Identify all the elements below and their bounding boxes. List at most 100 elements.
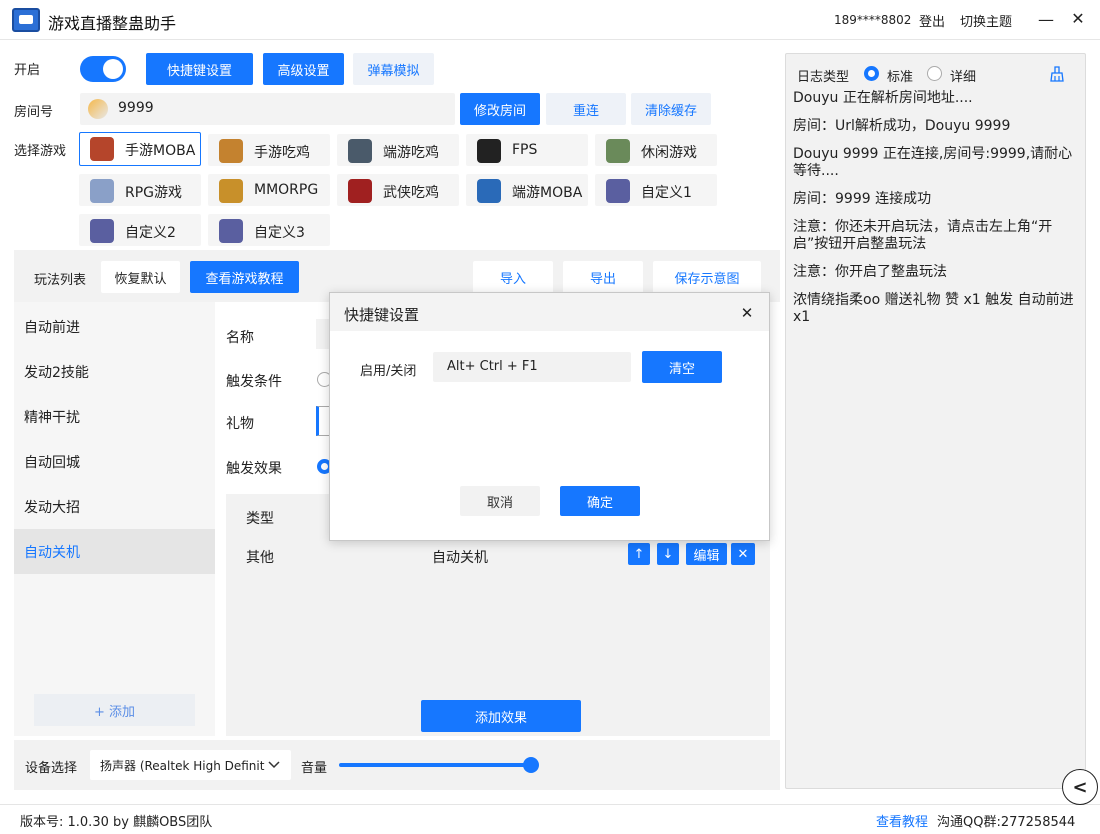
game-tile-10[interactable]: 自定义1 [595,174,717,206]
danmaku-simulate-button[interactable]: 弹幕模拟 [353,53,434,85]
game-tile-5[interactable]: 休闲游戏 [595,134,717,166]
game-tile-label: 端游MOBA [512,185,583,201]
casual-game-icon [606,139,630,163]
select-game-label: 选择游戏 [14,144,67,159]
hotkey-input[interactable]: Alt+ Ctrl + F1 [433,352,631,382]
save-diagram-button[interactable]: 保存示意图 [653,261,761,293]
clear-cache-button[interactable]: 清除缓存 [631,93,711,125]
play-item[interactable]: 自动回城 [14,439,215,484]
reconnect-button[interactable]: 重连 [546,93,626,125]
view-tutorial-button[interactable]: 查看游戏教程 [190,261,299,293]
play-item[interactable]: 发动2技能 [14,349,215,394]
field-name-label: 名称 [226,330,254,346]
hotkey-dialog: 快捷键设置 ✕ 启用/关闭 Alt+ Ctrl + F1 清空 取消 确定 [329,292,770,541]
field-trigger-label: 触发条件 [226,374,282,390]
restore-default-button[interactable]: 恢复默认 [101,261,180,293]
import-button[interactable]: 导入 [473,261,553,293]
minimize-icon[interactable]: — [1036,7,1056,31]
toggle-knob [103,59,123,79]
game-tile-label: 自定义3 [254,225,305,241]
game-tile-label: 武侠吃鸡 [383,185,439,201]
field-effect-label: 触发效果 [226,461,282,477]
game-tile-label: MMORPG [254,182,319,198]
game-tile-9[interactable]: 端游MOBA [466,174,588,206]
game-tile-12[interactable]: 自定义3 [208,214,330,246]
confirm-button[interactable]: 确定 [560,486,640,516]
log-line: Douyu 9999 正在连接,房间号:9999,请耐心等待.... [793,146,1073,179]
volume-label: 音量 [301,761,328,776]
enable-toggle[interactable] [80,56,126,82]
play-item[interactable]: 精神干扰 [14,394,215,439]
edit-room-button[interactable]: 修改房间 [460,93,540,125]
collapse-log-button[interactable]: < [1062,769,1098,805]
start-game-icon [606,179,630,203]
game-tile-label: 休闲游戏 [641,145,697,161]
play-list-label: 玩法列表 [34,273,87,288]
game-tile-8[interactable]: 武侠吃鸡 [337,174,459,206]
log-line: 浓情绕指柔oo 赠送礼物 赞 x1 触发 自动前进 x1 [793,292,1074,325]
table-type-header: 类型 [246,511,274,527]
game-tile-3[interactable]: 端游吃鸡 [337,134,459,166]
advanced-settings-button[interactable]: 高级设置 [263,53,344,85]
game-tile-label: 手游MOBA [125,143,196,159]
device-select[interactable]: 扬声器 (Realtek High Definit [90,750,291,780]
add-play-button[interactable]: + 添加 [34,694,195,726]
game-tile-label: 端游吃鸡 [383,145,439,161]
game-tile-label: RPG游戏 [125,185,183,201]
dialog-close-icon[interactable]: ✕ [736,302,758,324]
cancel-button[interactable]: 取消 [460,486,540,516]
lol-icon [477,179,501,203]
cs-icon [477,139,501,163]
log-detail-label: 详细 [950,70,977,85]
start-game-icon [219,219,243,243]
game-tile-6[interactable]: RPG游戏 [79,174,201,206]
version-text: 版本号: 1.0.30 by 麒麟OBS团队 [20,815,213,830]
room-input[interactable]: 9999 [80,93,455,125]
add-effect-button[interactable]: 添加效果 [421,700,581,732]
wuxia-icon [348,179,372,203]
device-selected-value: 扬声器 (Realtek High Definit [100,759,265,773]
play-item[interactable]: 自动前进 [14,304,215,349]
move-down-button[interactable]: ↓ [657,543,679,565]
game-tile-2[interactable]: 手游吃鸡 [208,134,330,166]
game-tile-label: 自定义1 [641,185,692,201]
hotkey-settings-button[interactable]: 快捷键设置 [146,53,253,85]
close-window-icon[interactable]: ✕ [1068,6,1088,30]
log-standard-label: 标准 [887,70,914,85]
switch-theme-button[interactable]: 切换主题 [960,11,1012,30]
play-item[interactable]: 发动大招 [14,484,215,529]
pubg-icon [348,139,372,163]
export-button[interactable]: 导出 [563,261,643,293]
clear-hotkey-button[interactable]: 清空 [642,351,722,383]
field-gift-label: 礼物 [226,416,254,432]
account-number: 189****8802 [834,13,912,27]
hotkey-toggle-label: 启用/关闭 [360,364,417,379]
mobile-pubg-icon [219,139,243,163]
game-tile-4[interactable]: FPS [466,134,588,166]
broom-icon[interactable] [1049,66,1065,82]
log-type-label: 日志类型 [797,70,850,85]
tutorial-link[interactable]: 查看教程 [876,811,928,830]
game-tile-7[interactable]: MMORPG [208,174,330,206]
volume-slider-track[interactable] [339,763,531,767]
wow-icon [219,179,243,203]
chevron-down-icon [268,761,280,769]
log-line: Douyu 正在解析房间地址.... [793,90,973,106]
log-detail-radio[interactable] [927,66,942,81]
logout-button[interactable]: 登出 [919,11,945,30]
play-item[interactable]: 自动关机 [14,529,215,574]
move-up-button[interactable]: ↑ [628,543,650,565]
rpg-character-icon [90,179,114,203]
game-tile-1[interactable]: 手游MOBA [79,132,201,166]
edit-effect-button[interactable]: 编辑 [686,543,727,565]
game-tile-11[interactable]: 自定义2 [79,214,201,246]
log-standard-radio[interactable] [864,66,879,81]
moba-hero-icon [90,137,114,161]
room-label: 房间号 [14,105,54,120]
log-line: 注意：你开启了整蛊玩法 [793,264,947,280]
log-line: 注意：你还未开启玩法，请点击左上角“开启”按钮开启整蛊玩法 [793,219,1053,252]
log-line: 房间：9999 连接成功 [793,191,932,207]
platform-icon [88,99,108,119]
volume-slider-knob[interactable] [523,757,539,773]
delete-effect-button[interactable]: ✕ [731,543,755,565]
